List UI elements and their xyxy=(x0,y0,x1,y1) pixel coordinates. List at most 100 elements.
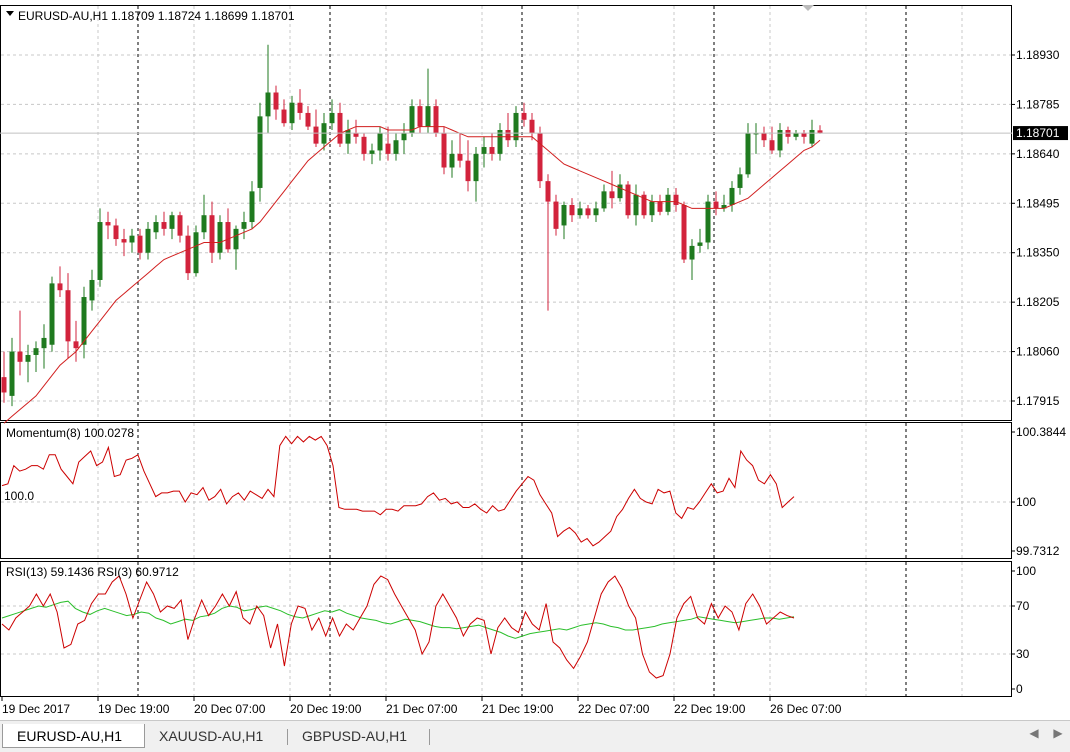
bear-candle xyxy=(521,112,527,120)
bull-candle xyxy=(201,215,207,233)
y-axis-ticks: 1.18930 1.18785 1.18640 1.18495 1.18350 1.182… xyxy=(1011,48,1066,696)
momentum-tick-label: 100.3844 xyxy=(1016,425,1066,439)
bear-candle xyxy=(385,143,391,154)
bear-candle xyxy=(185,235,191,274)
time-tick-label: 26 Dec 07:00 xyxy=(770,702,842,716)
bull-candle xyxy=(289,102,295,124)
price-tick-label: 1.18495 xyxy=(1016,196,1060,210)
bear-candle xyxy=(673,194,679,205)
time-tick-label: 20 Dec 19:00 xyxy=(290,702,362,716)
current-price-label: 1.18701 xyxy=(1016,126,1060,140)
bull-candle xyxy=(593,208,599,216)
moving-average xyxy=(3,126,821,424)
bull-candle xyxy=(697,242,703,246)
bull-candle xyxy=(369,150,375,154)
bear-candle xyxy=(537,133,543,182)
bear-candle xyxy=(337,112,343,144)
bear-candle xyxy=(465,160,471,182)
bull-candle xyxy=(793,133,799,137)
bear-candle xyxy=(625,184,631,216)
bear-candle xyxy=(161,222,167,229)
bear-candle xyxy=(585,208,591,216)
bear-candle xyxy=(121,239,127,243)
bear-candle xyxy=(553,201,559,229)
bull-candle xyxy=(601,191,607,209)
bear-candle xyxy=(313,126,319,144)
momentum-indicator xyxy=(1,435,795,547)
price-tick-label: 1.18785 xyxy=(1016,97,1060,111)
chart-tab-bar: EURUSD-AU,H1 XAUUSD-AU,H1 GBPUSD-AU,H1 ◀… xyxy=(0,720,1070,752)
bear-candle xyxy=(73,341,79,349)
bull-candle xyxy=(145,228,151,253)
bull-candle xyxy=(241,222,247,229)
momentum-level-label: 100.0 xyxy=(4,489,34,503)
momentum-tick-label: 100 xyxy=(1016,495,1036,509)
price-pane-frame xyxy=(0,5,1012,421)
bull-candle xyxy=(425,106,431,127)
ma-line xyxy=(3,126,821,424)
bull-candle xyxy=(705,201,711,243)
bull-candle xyxy=(41,337,47,349)
bull-candle xyxy=(233,228,239,250)
momentum-line xyxy=(1,435,795,547)
bear-candle xyxy=(297,102,303,113)
momentum-label: Momentum(8) 100.0278 xyxy=(6,426,134,440)
bear-candle xyxy=(281,109,287,124)
tab-gbpusd[interactable]: GBPUSD-AU,H1 xyxy=(288,724,428,748)
chart-window[interactable]: 1.18930 1.18785 1.18640 1.18495 1.18350 1.182… xyxy=(0,0,1070,720)
bear-candle xyxy=(681,204,687,260)
bull-candle xyxy=(737,174,743,188)
price-tick-label: 1.18640 xyxy=(1016,147,1060,161)
bull-candle xyxy=(97,222,103,280)
scroll-right-icon[interactable]: ▶ xyxy=(1051,726,1065,740)
bear-candle xyxy=(137,235,143,253)
bear-candle xyxy=(305,112,311,127)
bull-candle xyxy=(129,235,135,243)
bull-candle xyxy=(9,351,15,396)
bear-candle xyxy=(529,119,535,134)
price-tick-label: 1.18350 xyxy=(1016,246,1060,260)
rsi-tick-label: 70 xyxy=(1016,599,1030,613)
bear-candle xyxy=(417,106,423,127)
bull-candle xyxy=(665,194,671,212)
bear-candle xyxy=(441,133,447,168)
time-tick-label: 19 Dec 19:00 xyxy=(98,702,170,716)
time-tick-label: 21 Dec 19:00 xyxy=(482,702,554,716)
bull-candle xyxy=(481,147,487,154)
tab-xauusd[interactable]: XAUUSD-AU,H1 xyxy=(145,724,285,748)
bear-candle xyxy=(713,201,719,209)
rsi-tick-label: 30 xyxy=(1016,647,1030,661)
tab-separator xyxy=(429,729,430,745)
bear-candle xyxy=(801,133,807,137)
bear-candle xyxy=(225,222,231,250)
price-tick-label: 1.18205 xyxy=(1016,295,1060,309)
scroll-shift-marker-icon[interactable] xyxy=(802,5,814,11)
bear-candle xyxy=(57,283,63,291)
bull-candle xyxy=(81,297,87,345)
bear-candle xyxy=(545,181,551,202)
bull-candle xyxy=(497,129,503,154)
chart-menu-triangle-icon[interactable] xyxy=(6,11,14,16)
price-tick-label: 1.18930 xyxy=(1016,48,1060,62)
bull-candle xyxy=(249,191,255,223)
bull-candle xyxy=(345,129,351,144)
bear-candle xyxy=(569,204,575,216)
bear-candle xyxy=(433,106,439,134)
bull-candle xyxy=(649,201,655,216)
bear-candle xyxy=(1,377,7,393)
bull-candle xyxy=(217,222,223,253)
time-tick-label: 22 Dec 19:00 xyxy=(674,702,746,716)
bear-candle xyxy=(353,133,359,137)
bull-candle xyxy=(577,208,583,216)
tab-eurusd[interactable]: EURUSD-AU,H1 xyxy=(2,724,145,748)
rsi3-line xyxy=(1,575,795,679)
bull-candle xyxy=(513,112,519,141)
rsi-tick-label: 0 xyxy=(1016,682,1023,696)
bull-candle xyxy=(377,133,383,151)
scroll-left-icon[interactable]: ◀ xyxy=(1027,726,1041,740)
bear-candle xyxy=(769,140,775,151)
bear-candle xyxy=(457,153,463,161)
bear-candle xyxy=(657,201,663,212)
bear-candle xyxy=(209,215,215,253)
rsi-pane-frame xyxy=(0,561,1012,697)
